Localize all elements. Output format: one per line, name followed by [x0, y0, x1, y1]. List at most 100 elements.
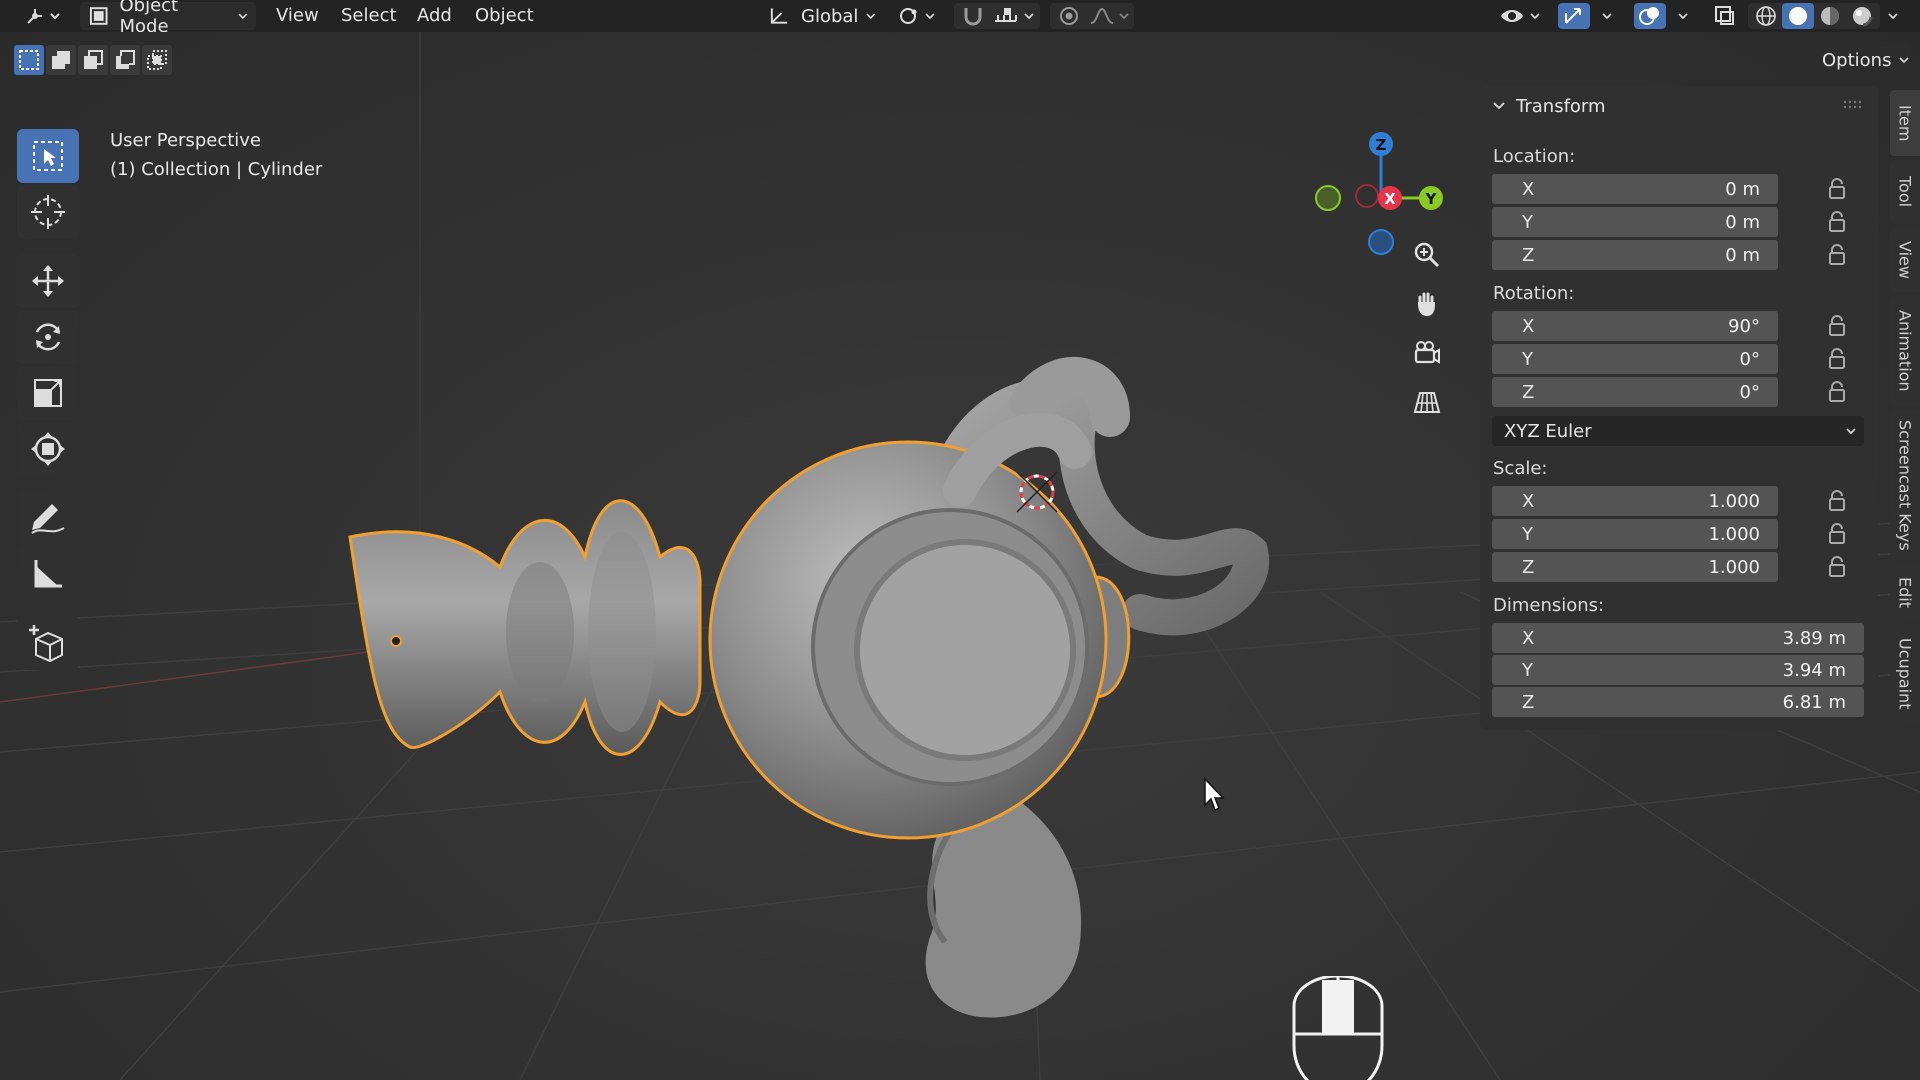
- svg-text:Y: Y: [1425, 190, 1438, 208]
- x-axis-handle[interactable]: X: [1378, 186, 1402, 210]
- move-arrows-icon: [32, 265, 64, 297]
- select-intersect-button[interactable]: [142, 45, 172, 75]
- ortho-toggle-button[interactable]: [1406, 381, 1448, 423]
- chevron-down-icon: [1899, 57, 1910, 64]
- select-box-tool[interactable]: [17, 129, 79, 183]
- location-y-field[interactable]: Y 0 m: [1492, 207, 1778, 237]
- scale-tool[interactable]: [17, 366, 79, 420]
- rendered-sphere-icon: [1853, 7, 1873, 27]
- select-difference-button[interactable]: [110, 45, 140, 75]
- camera-view-button[interactable]: [1406, 332, 1448, 374]
- tab-screencast-keys[interactable]: Screencast Keys: [1890, 410, 1920, 560]
- menu-select[interactable]: Select: [337, 4, 401, 28]
- overlays-toggle[interactable]: [1634, 3, 1666, 29]
- zoom-magnifier-icon: [1414, 242, 1440, 268]
- snap-toggle[interactable]: [956, 3, 990, 29]
- tab-item[interactable]: Item: [1890, 90, 1920, 156]
- move-tool[interactable]: [17, 254, 79, 308]
- select-new-button[interactable]: [14, 45, 44, 75]
- annotate-tool[interactable]: [17, 491, 79, 545]
- chevron-down-icon: [866, 13, 876, 19]
- select-subtract-button[interactable]: [78, 45, 108, 75]
- mode-dropdown[interactable]: Object Mode: [80, 0, 256, 37]
- select-difference-icon: [116, 50, 135, 69]
- cursor-tool[interactable]: [17, 185, 79, 239]
- lock-icon[interactable]: [1826, 379, 1848, 405]
- rotation-y-field[interactable]: Y 0°: [1492, 344, 1778, 374]
- y-axis-handle[interactable]: Y: [1419, 186, 1443, 210]
- shading-solid-button[interactable]: [1782, 3, 1814, 29]
- rotation-mode-dropdown[interactable]: XYZ Euler: [1492, 416, 1864, 446]
- snap-target-dropdown[interactable]: [990, 3, 1040, 29]
- options-dropdown[interactable]: Options: [1812, 44, 1910, 76]
- material-sphere-icon: [1821, 7, 1839, 25]
- editor-type-button[interactable]: [20, 3, 66, 29]
- pan-button[interactable]: [1406, 283, 1448, 325]
- lock-icon[interactable]: [1826, 554, 1848, 580]
- rotate-tool[interactable]: [17, 310, 79, 364]
- field-value: 0°: [1739, 381, 1760, 403]
- lock-icon[interactable]: [1826, 209, 1848, 235]
- scale-z-field[interactable]: Z 1.000: [1492, 552, 1778, 582]
- shading-wireframe-button[interactable]: [1750, 3, 1782, 29]
- scale-x-field[interactable]: X 1.000: [1492, 486, 1778, 516]
- select-extend-button[interactable]: [46, 45, 76, 75]
- gizmo-toggle[interactable]: [1558, 3, 1590, 29]
- lock-icon[interactable]: [1826, 313, 1848, 339]
- field-value: 1.000: [1708, 556, 1760, 578]
- dimensions-x-field[interactable]: X 3.89 m: [1492, 623, 1864, 653]
- tab-label: Animation: [1895, 310, 1915, 392]
- axis-label: X: [1522, 490, 1535, 512]
- neg-x-axis-handle[interactable]: [1355, 184, 1379, 208]
- axes-editor-icon: [27, 9, 60, 24]
- xray-toggle[interactable]: [1710, 3, 1740, 29]
- rotation-x-field[interactable]: X 90°: [1492, 311, 1778, 341]
- location-z-field[interactable]: Z 0 m: [1492, 240, 1778, 270]
- scale-y-field[interactable]: Y 1.000: [1492, 519, 1778, 549]
- add-cube-tool[interactable]: [17, 616, 79, 670]
- transform-panel-header[interactable]: Transform: [1480, 86, 1878, 126]
- proportional-edit-toggle[interactable]: [1052, 3, 1086, 29]
- lock-icon[interactable]: [1826, 521, 1848, 547]
- tab-ucupaint[interactable]: Ucupaint: [1890, 624, 1920, 724]
- overlays-icon: [1639, 7, 1659, 25]
- field-value: 1.000: [1708, 490, 1760, 512]
- shading-dropdown[interactable]: [1880, 3, 1906, 29]
- menu-add[interactable]: Add: [413, 4, 456, 28]
- tab-edit[interactable]: Edit: [1890, 564, 1920, 620]
- dimensions-z-field[interactable]: Z 6.81 m: [1492, 687, 1864, 717]
- neg-y-axis-handle[interactable]: [1315, 185, 1341, 211]
- falloff-dropdown[interactable]: [1086, 3, 1134, 29]
- shading-material-button[interactable]: [1814, 3, 1846, 29]
- location-x-field[interactable]: X 0 m: [1492, 174, 1778, 204]
- field-value: 0 m: [1725, 178, 1760, 200]
- tab-label: Ucupaint: [1895, 638, 1915, 710]
- drag-handle-icon[interactable]: [1842, 100, 1862, 110]
- gizmo-dropdown[interactable]: [1594, 3, 1620, 29]
- neg-z-axis-handle[interactable]: [1368, 229, 1394, 255]
- overlays-dropdown[interactable]: [1670, 3, 1696, 29]
- transform-tool[interactable]: [17, 422, 79, 476]
- rotation-z-field[interactable]: Z 0°: [1492, 377, 1778, 407]
- select-intersect-icon: [147, 50, 167, 70]
- lock-icon[interactable]: [1826, 176, 1848, 202]
- z-axis-handle[interactable]: Z: [1369, 132, 1393, 156]
- measure-tool[interactable]: [17, 547, 79, 601]
- lock-icon[interactable]: [1826, 346, 1848, 372]
- lock-icon[interactable]: [1826, 242, 1848, 268]
- lock-icon[interactable]: [1826, 488, 1848, 514]
- menu-object[interactable]: Object: [471, 4, 538, 28]
- tab-tool[interactable]: Tool: [1890, 160, 1920, 224]
- zoom-button[interactable]: [1406, 234, 1448, 276]
- shading-rendered-button[interactable]: [1846, 3, 1878, 29]
- axis-label: X: [1522, 627, 1535, 649]
- dimensions-y-field[interactable]: Y 3.94 m: [1492, 655, 1864, 685]
- visibility-dropdown[interactable]: [1496, 3, 1546, 29]
- axis-label: Z: [1522, 244, 1535, 266]
- gizmo-icon: [1565, 8, 1581, 24]
- orientation-dropdown[interactable]: Global: [760, 2, 884, 30]
- tab-animation[interactable]: Animation: [1890, 296, 1920, 406]
- pivot-point-button[interactable]: [894, 3, 942, 29]
- menu-view[interactable]: View: [272, 4, 323, 28]
- tab-view[interactable]: View: [1890, 228, 1920, 292]
